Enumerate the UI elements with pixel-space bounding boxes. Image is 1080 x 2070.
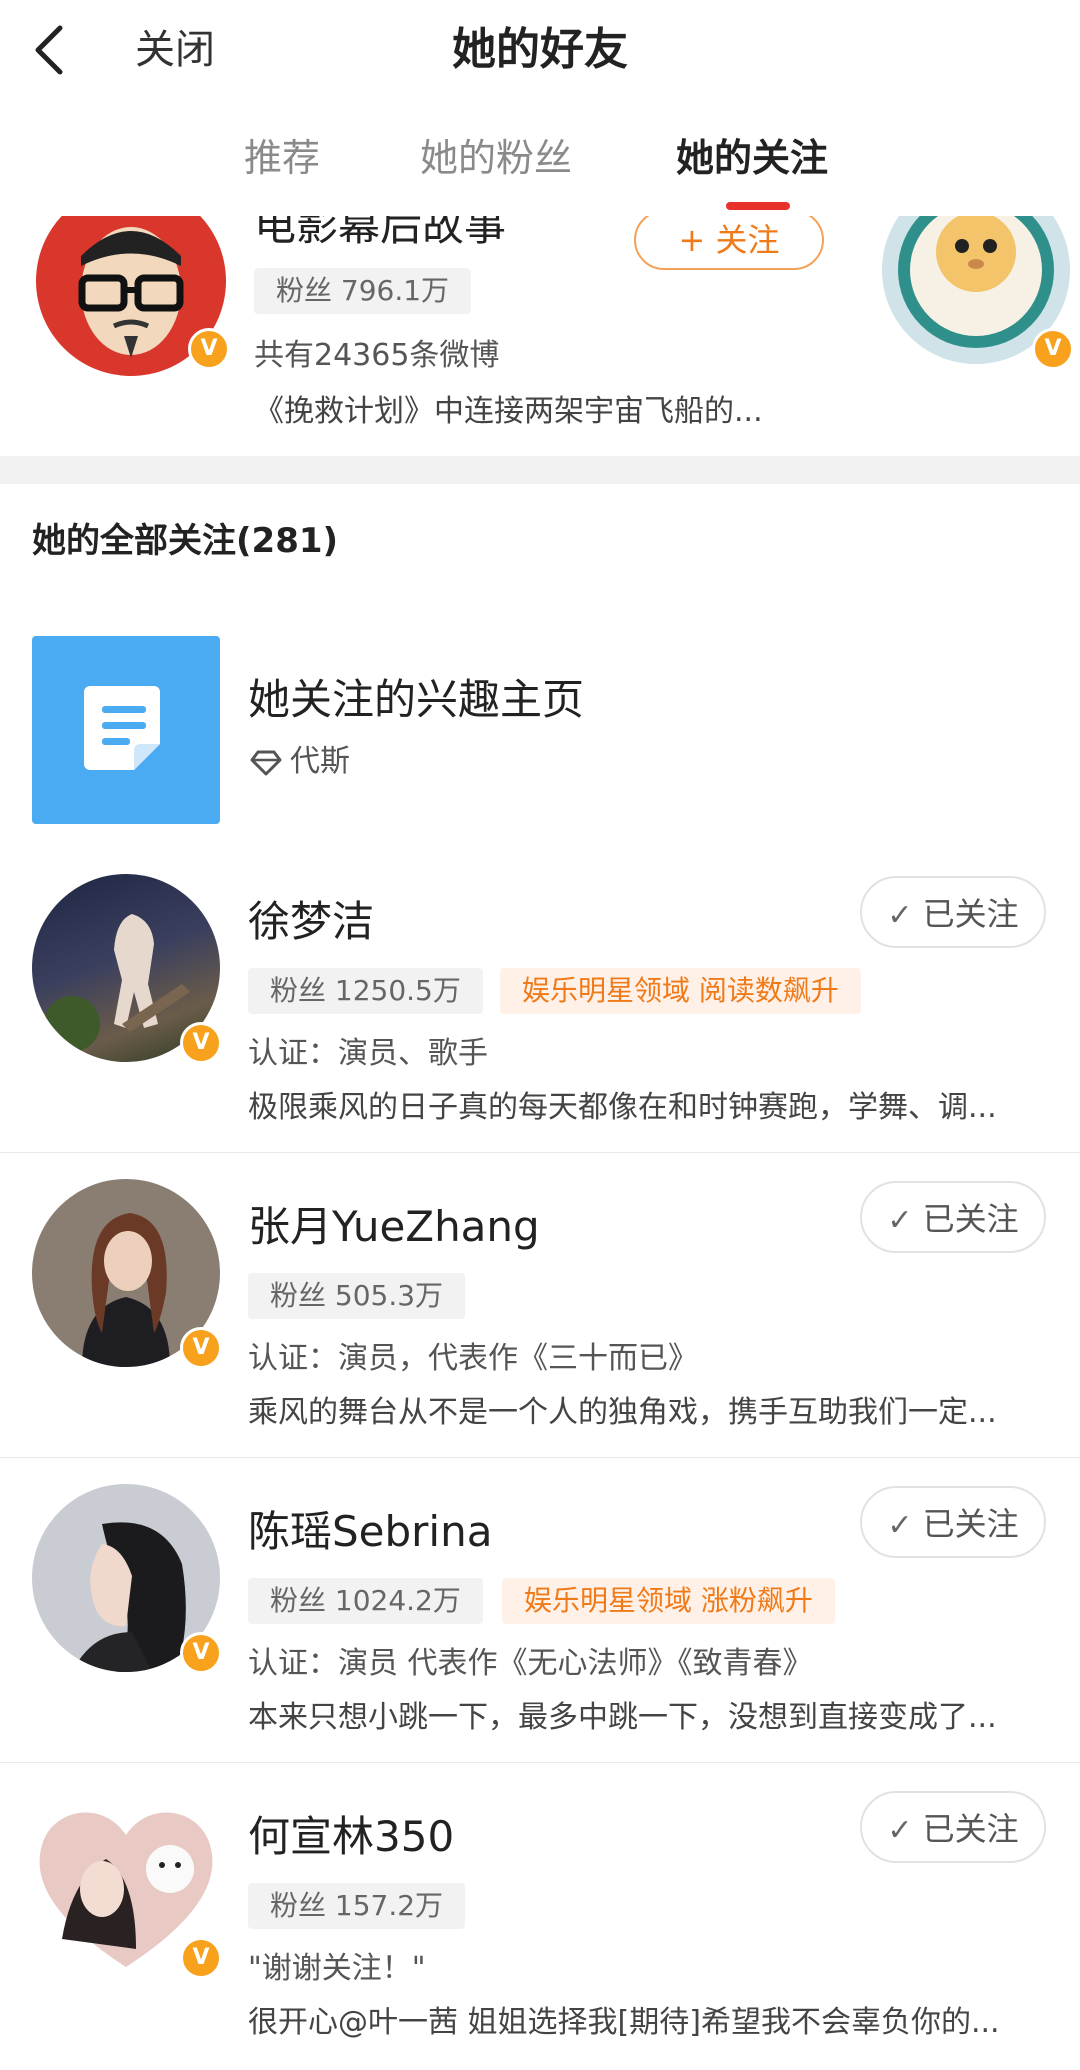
verification-text: 认证：演员、歌手 (248, 1036, 488, 1071)
weibo-count: 共有24365条微博 (254, 338, 500, 373)
user-description: 本来只想小跳一下，最多中跳一下，没想到直接变成了... (248, 1700, 997, 1735)
checkmark-icon: ✓ (887, 1508, 913, 1543)
following-button[interactable]: ✓ 已关注 (860, 1181, 1046, 1253)
fans-count-pill: 粉丝 505.3万 (248, 1273, 466, 1319)
checkmark-icon: ✓ (887, 1203, 913, 1238)
interest-page-subtitle: 代斯 (290, 744, 350, 779)
user-description: 极限乘风的日子真的每天都像在和时钟赛跑，学舞、调... (248, 1090, 997, 1125)
tab-recommend[interactable]: 推荐 (244, 130, 320, 186)
fans-count-pill: 粉丝 157.2万 (248, 1883, 466, 1929)
page-title: 她的好友 (452, 24, 628, 75)
user-name[interactable]: 陈瑶Sebrina (248, 1504, 492, 1560)
user-name[interactable]: 张月YueZhang (248, 1199, 540, 1255)
user-row[interactable]: V 张月YueZhang ✓ 已关注 粉丝 505.3万 认证：演员，代表作《三十… (0, 1165, 1080, 1455)
user-name[interactable]: 徐梦洁 (248, 894, 374, 950)
verified-badge-icon: V (180, 1632, 222, 1674)
diamond-icon (250, 750, 282, 776)
following-label: 已关注 (922, 1810, 1019, 1848)
following-label: 已关注 (922, 1505, 1019, 1543)
following-button[interactable]: ✓ 已关注 (860, 1791, 1046, 1863)
recommended-user-card[interactable]: V 电影幕后故事 + 关注 粉丝 796.1万 共有24365条微博 《挽救计划… (0, 216, 1080, 456)
tab-her-fans[interactable]: 她的粉丝 (420, 130, 572, 186)
user-row[interactable]: V 陈瑶Sebrina ✓ 已关注 粉丝 1024.2万 娱乐明星领域 涨粉飙升 … (0, 1470, 1080, 1760)
user-description: 《挽救计划》中连接两架宇宙飞船的... (254, 394, 763, 429)
row-divider (0, 1762, 1080, 1763)
following-button[interactable]: ✓ 已关注 (860, 1486, 1046, 1558)
section-separator (0, 456, 1080, 484)
tab-bar: 推荐 她的粉丝 她的关注 (0, 104, 1080, 217)
verified-badge-icon: V (1032, 328, 1074, 370)
following-button[interactable]: ✓ 已关注 (860, 876, 1046, 948)
row-divider (0, 1152, 1080, 1153)
fans-count-pill: 粉丝 1024.2万 (248, 1578, 483, 1624)
follow-button[interactable]: + 关注 (634, 216, 824, 270)
verification-text: 认证：演员 代表作《无心法师》《致青春》 (248, 1646, 813, 1681)
row-divider (0, 1457, 1080, 1458)
following-label: 已关注 (922, 1200, 1019, 1238)
following-section-title: 她的全部关注(281) (32, 521, 339, 561)
verification-text: "谢谢关注！" (248, 1951, 426, 1986)
user-name[interactable]: 电影幕后故事 (254, 216, 506, 254)
user-name[interactable]: 何宣林350 (248, 1809, 454, 1865)
verified-badge-icon: V (180, 1022, 222, 1064)
verified-badge-icon: V (180, 1327, 222, 1369)
following-label: 已关注 (922, 895, 1019, 933)
tab-her-following[interactable]: 她的关注 (676, 130, 828, 186)
verified-badge-icon: V (180, 1937, 222, 1979)
trend-tag: 娱乐明星领域 涨粉飙升 (502, 1578, 835, 1624)
user-description: 乘风的舞台从不是一个人的独角戏，携手互助我们一定... (248, 1395, 997, 1430)
interest-pages-row[interactable]: 她关注的兴趣主页 代斯 (0, 620, 1080, 840)
user-description: 很开心@叶一茜 姐姐选择我[期待]希望我不会辜负你的... (248, 2005, 1000, 2040)
interest-page-title: 她关注的兴趣主页 (248, 675, 585, 724)
top-nav-bar: 关闭 她的好友 (0, 0, 1080, 105)
trend-tag: 娱乐明星领域 阅读数飙升 (500, 968, 861, 1014)
user-row[interactable]: V 何宣林350 ✓ 已关注 粉丝 157.2万 "谢谢关注！" 很开心@叶一茜 … (0, 1775, 1080, 2070)
verified-badge-icon: V (188, 328, 230, 370)
checkmark-icon: ✓ (887, 898, 913, 933)
verification-text: 认证：演员，代表作《三十而已》 (248, 1341, 698, 1376)
active-tab-indicator (726, 202, 790, 210)
fans-count-pill: 粉丝 1250.5万 (248, 968, 483, 1014)
fans-count-pill: 粉丝 796.1万 (254, 268, 472, 314)
interest-page-thumb (32, 636, 220, 824)
user-row[interactable]: V 徐梦洁 ✓ 已关注 粉丝 1250.5万 娱乐明星领域 阅读数飙升 认证：演员… (0, 860, 1080, 1150)
checkmark-icon: ✓ (887, 1813, 913, 1848)
document-icon (84, 686, 160, 770)
